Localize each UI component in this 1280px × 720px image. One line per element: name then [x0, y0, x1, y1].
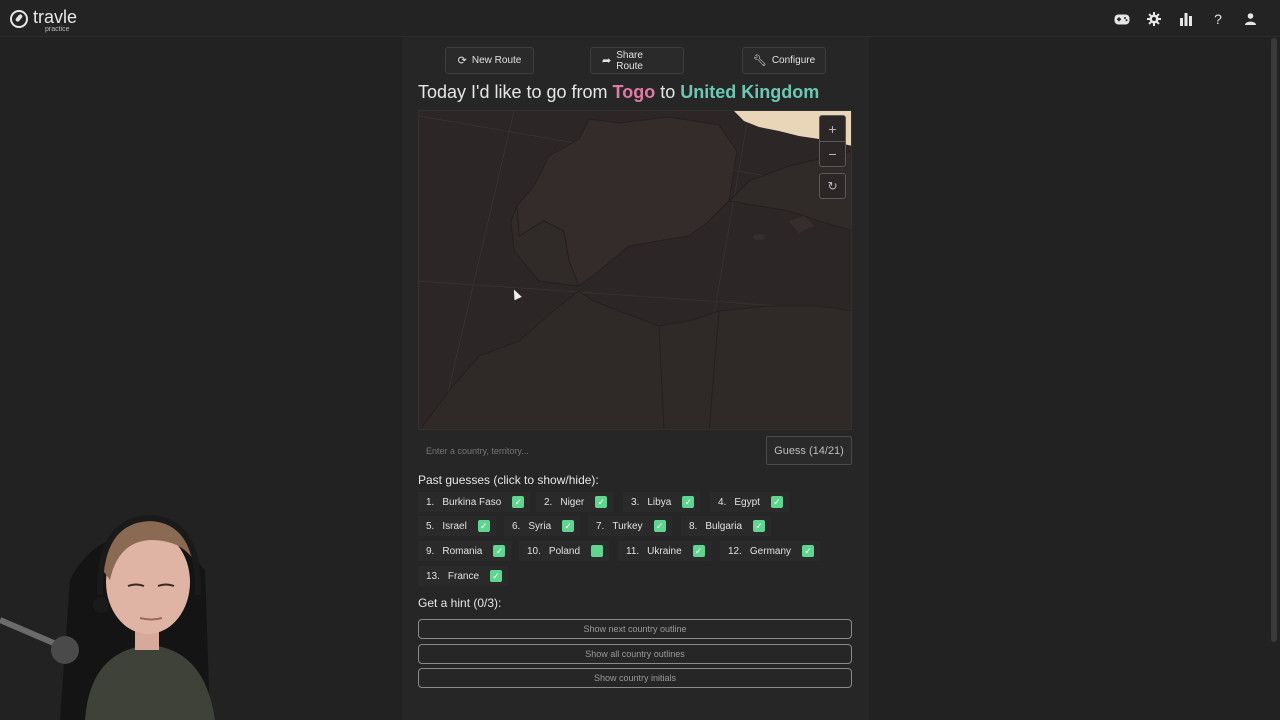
past-guess-item[interactable]: 11. Ukraine ✓ [618, 541, 711, 561]
gamepad-icon[interactable] [1106, 10, 1138, 28]
gear-icon[interactable] [1138, 10, 1170, 28]
webcam-overlay [0, 500, 215, 720]
guess-country-name: Turkey [612, 520, 643, 532]
guess-number: 7. [596, 520, 605, 532]
past-guess-item[interactable]: 7. Turkey ✓ [588, 516, 672, 536]
show-initials-button[interactable]: Show country initials [418, 668, 852, 688]
checkbox-checked-icon[interactable]: ✓ [512, 496, 525, 508]
past-guess-item[interactable]: 10. Poland [519, 541, 610, 561]
guess-number: 9. [426, 545, 435, 557]
guess-number: 11. [626, 545, 640, 557]
guess-country-name: France [447, 570, 480, 582]
headline-prefix: Today I'd like to go from [418, 82, 608, 102]
page-scrollbar[interactable] [1271, 38, 1277, 642]
zoom-in-button[interactable]: + [820, 116, 845, 141]
guess-number: 12. [728, 545, 742, 557]
app-name: travle [33, 7, 78, 27]
compass-icon [10, 10, 28, 28]
from-country: Togo [612, 82, 656, 102]
checkbox-checked-icon[interactable]: ✓ [692, 545, 705, 557]
configure-button[interactable]: 🔧︎ Configure [742, 47, 826, 74]
checkbox-checked-icon[interactable]: ✓ [562, 520, 575, 532]
app-mode: practice [45, 26, 70, 33]
guess-row: Guess (14/21) [418, 436, 852, 465]
guess-country-name: Egypt [734, 496, 760, 508]
zoom-out-button[interactable]: − [820, 141, 845, 166]
show-next-outline-button[interactable]: Show next country outline [418, 619, 852, 639]
past-guess-item[interactable]: 2. Niger ✓ [536, 492, 614, 512]
checkbox-checked-icon[interactable]: ✓ [493, 545, 506, 557]
app-logo[interactable]: travle practice [10, 8, 77, 33]
checkbox-checked-icon[interactable]: ✓ [477, 520, 490, 532]
past-guess-item[interactable]: 13. France ✓ [418, 566, 509, 586]
help-icon[interactable]: ? [1202, 10, 1234, 28]
guess-number: 4. [718, 496, 727, 508]
route-headline: Today I'd like to go from Togo to United… [418, 82, 858, 103]
route-map[interactable]: + − ↻ [418, 110, 852, 430]
past-guess-item[interactable]: 3. Libya ✓ [623, 492, 701, 512]
guess-number: 5. [426, 520, 435, 532]
guess-country-name: Bulgaria [705, 520, 743, 532]
guess-number: 3. [631, 496, 640, 508]
guess-country-name: Germany [749, 545, 792, 557]
past-guesses-title: Past guesses (click to show/hide): [418, 473, 599, 487]
checkbox-icon[interactable] [591, 545, 604, 557]
past-guess-item[interactable]: 12. Germany ✓ [720, 541, 821, 561]
guess-number: 1. [426, 496, 435, 508]
guess-number: 2. [544, 496, 553, 508]
past-guess-item[interactable]: 9. Romania ✓ [418, 541, 512, 561]
map-graphic [419, 111, 851, 429]
checkbox-checked-icon[interactable]: ✓ [753, 520, 766, 532]
share-route-label: Share Route [616, 49, 643, 72]
refresh-icon: ⟳ [457, 55, 467, 67]
zoom-controls: + − [819, 115, 846, 167]
guess-number: 8. [689, 520, 698, 532]
past-guess-item[interactable]: 4. Egypt ✓ [710, 492, 789, 512]
stats-icon[interactable] [1170, 10, 1202, 28]
checkbox-checked-icon[interactable]: ✓ [682, 496, 695, 508]
user-icon[interactable] [1234, 10, 1266, 28]
share-icon: ➦ [602, 55, 612, 67]
guess-country-name: Libya [647, 496, 672, 508]
reset-view-button[interactable]: ↻ [819, 173, 846, 199]
guess-number: 10. [527, 545, 541, 557]
configure-label: Configure [771, 55, 816, 66]
headline-middle: to [660, 82, 676, 102]
show-all-outlines-button[interactable]: Show all country outlines [418, 644, 852, 664]
guess-number: 6. [512, 520, 521, 532]
share-route-button[interactable]: ➦ Share Route [590, 47, 684, 74]
past-guess-item[interactable]: 8. Bulgaria ✓ [681, 516, 772, 536]
top-bar: travle practice ? [0, 0, 1280, 37]
checkbox-checked-icon[interactable]: ✓ [595, 496, 608, 508]
checkbox-checked-icon[interactable]: ✓ [653, 520, 666, 532]
guess-country-name: Romania [442, 545, 483, 557]
country-input[interactable] [418, 436, 765, 465]
guess-country-name: Syria [528, 520, 552, 532]
guess-country-name: Ukraine [647, 545, 682, 557]
guess-number: 13. [426, 570, 440, 582]
checkbox-checked-icon[interactable]: ✓ [802, 545, 815, 557]
past-guess-item[interactable]: 5. Israel ✓ [418, 516, 496, 536]
guess-button[interactable]: Guess (14/21) [766, 436, 852, 465]
guess-country-name: Niger [560, 496, 585, 508]
guess-country-name: Poland [548, 545, 581, 557]
new-route-label: New Route [471, 55, 522, 66]
to-country: United Kingdom [680, 82, 820, 102]
guess-country-name: Israel [442, 520, 467, 532]
checkbox-checked-icon[interactable]: ✓ [490, 570, 503, 582]
past-guess-item[interactable]: 6. Syria ✓ [504, 516, 581, 536]
hint-title: Get a hint (0/3): [418, 596, 502, 610]
checkbox-checked-icon[interactable]: ✓ [770, 496, 783, 508]
past-guess-item[interactable]: 1. Burkina Faso ✓ [418, 492, 531, 512]
wrench-icon: 🔧︎ [752, 55, 767, 67]
game-panel: ⟳ New Route ➦ Share Route 🔧︎ Configure T… [402, 37, 869, 720]
guess-country-name: Burkina Faso [442, 496, 502, 508]
new-route-button[interactable]: ⟳ New Route [445, 47, 534, 74]
